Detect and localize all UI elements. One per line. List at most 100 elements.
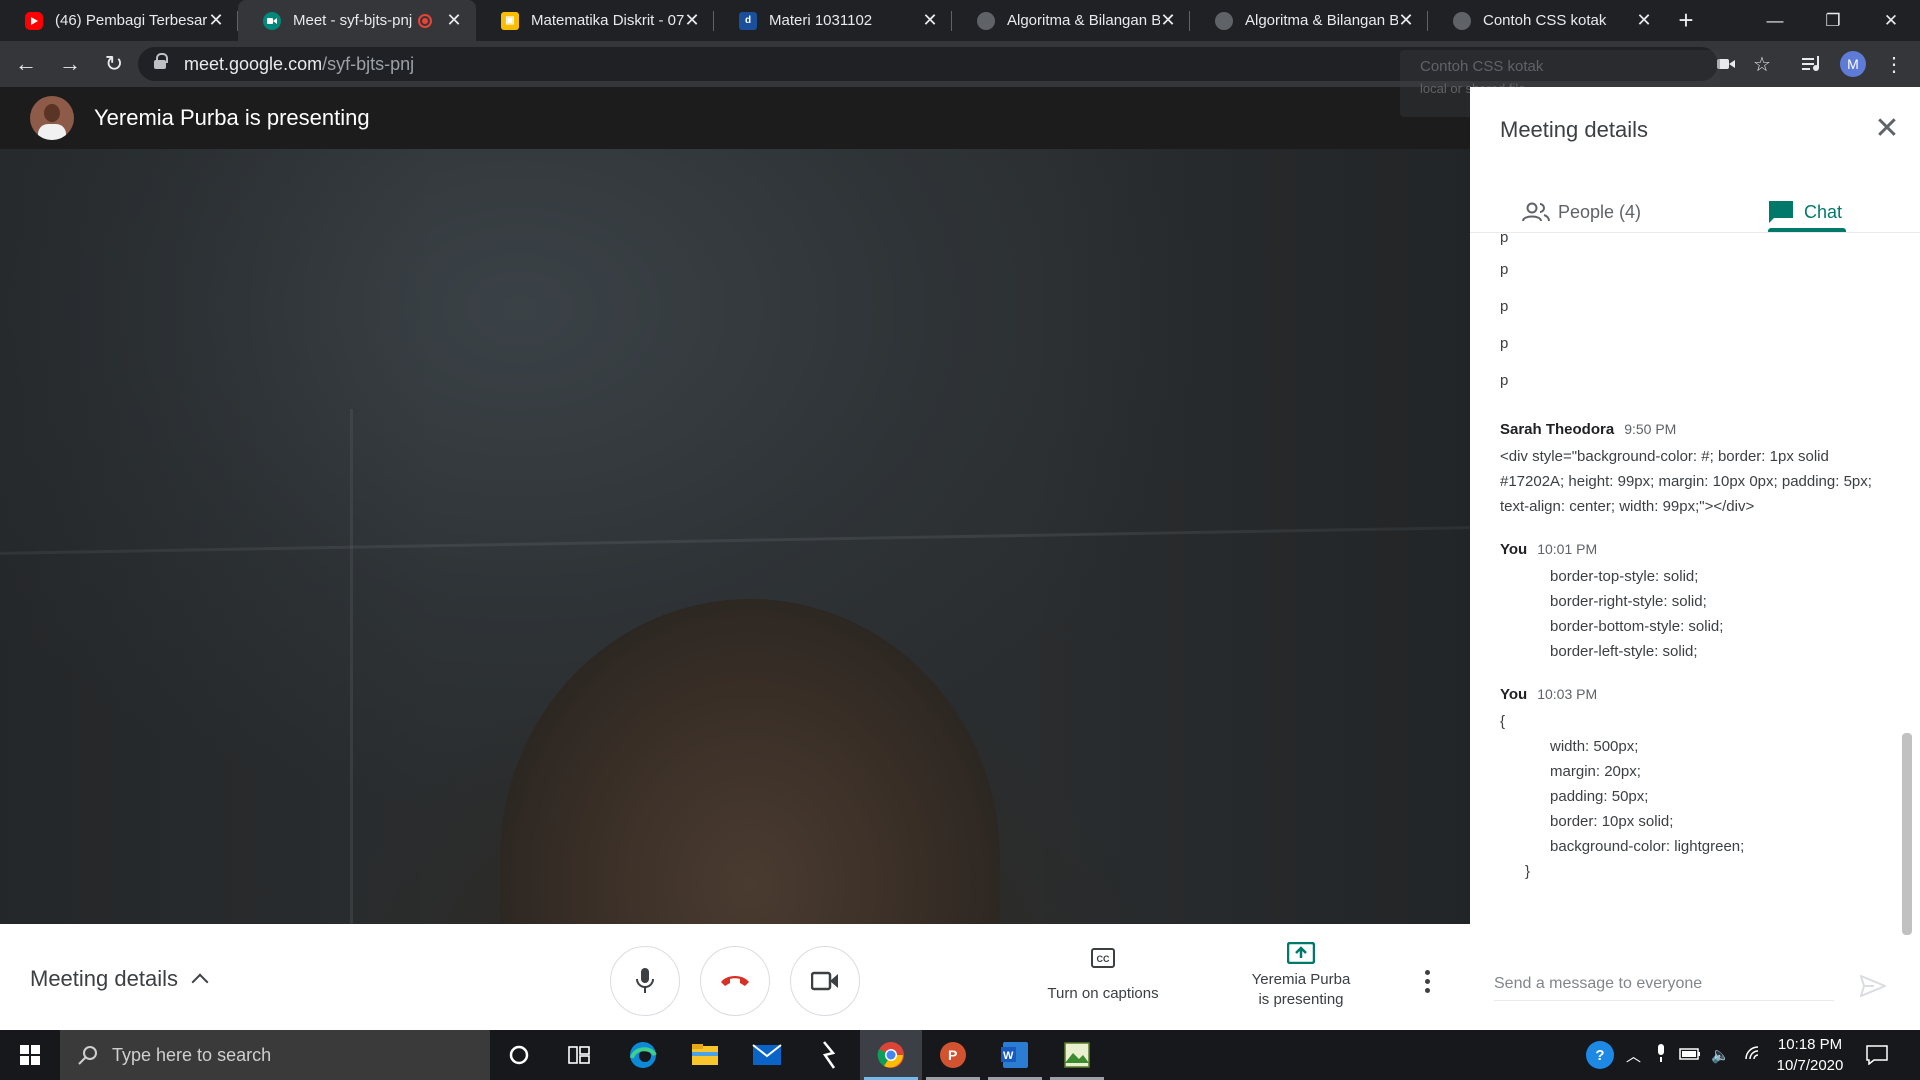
word-icon[interactable]: W	[984, 1030, 1046, 1080]
mail-icon[interactable]	[736, 1030, 798, 1080]
close-tab-icon[interactable]: ✕	[684, 10, 700, 31]
lock-icon	[154, 53, 168, 70]
browser-tab[interactable]: (46) Pembagi Terbesar ✕	[0, 0, 238, 41]
image-viewer-icon[interactable]	[1046, 1030, 1108, 1080]
browser-tab[interactable]: Algoritma & Bilangan B ✕	[1190, 0, 1428, 41]
chrome-menu-icon[interactable]: ⋮	[1874, 41, 1914, 87]
chrome-taskbar-icon[interactable]	[860, 1030, 922, 1080]
chat-line: p	[1500, 372, 1509, 389]
browser-tab[interactable]: Algoritma & Bilangan B ✕	[952, 0, 1190, 41]
microphone-tray-icon[interactable]	[1655, 1044, 1667, 1066]
forward-arrow-icon[interactable]: →	[48, 42, 92, 86]
tab-title: Algoritma & Bilangan B	[1007, 12, 1160, 29]
restore-button[interactable]: ❐	[1804, 0, 1862, 41]
tab-title: Meet - syf-bjts-pnj	[293, 12, 413, 29]
camera-button[interactable]	[790, 946, 860, 1016]
cortana-icon[interactable]	[488, 1030, 550, 1080]
file-explorer-icon[interactable]	[674, 1030, 736, 1080]
presenter-avatar	[30, 96, 74, 140]
back-arrow-icon[interactable]: ←	[4, 42, 48, 86]
captions-button[interactable]: CC Turn on captions	[1028, 940, 1178, 1004]
close-tab-icon[interactable]: ✕	[1398, 10, 1414, 31]
presenting-button[interactable]: Yeremia Purba is presenting	[1226, 940, 1376, 1010]
chat-message-list: p p p p p Sarah Theodora 9:50 PM <div sty…	[1470, 233, 1920, 943]
reload-icon[interactable]: ↻	[92, 42, 136, 86]
message-time: 10:03 PM	[1537, 686, 1598, 702]
del-icon: d	[739, 11, 757, 30]
volume-icon[interactable]: 🔈	[1711, 1046, 1730, 1064]
tab-people[interactable]: People (4)	[1522, 187, 1641, 237]
tab-title: Algoritma & Bilangan B	[1245, 12, 1398, 29]
taskbar-search[interactable]: Type here to search	[60, 1030, 490, 1080]
message-sender: You	[1500, 686, 1528, 703]
message-time: 9:50 PM	[1624, 421, 1677, 437]
chevron-up-icon[interactable]: ︿	[1626, 1045, 1641, 1066]
close-panel-icon[interactable]: ✕	[1872, 114, 1902, 145]
battery-icon[interactable]	[1679, 1047, 1701, 1064]
slides-icon: ▣	[501, 11, 519, 30]
taskbar-clock[interactable]: 10:18 PM 10/7/2020	[1765, 1034, 1855, 1076]
help-icon[interactable]: ?	[1586, 1041, 1614, 1069]
tab-chat-label: Chat	[1804, 201, 1843, 222]
browser-tab[interactable]: ▣ Matematika Diskrit - 07 ✕	[476, 0, 714, 41]
globe-icon	[1453, 11, 1471, 30]
wifi-icon[interactable]	[1744, 1045, 1764, 1065]
close-tab-icon[interactable]: ✕	[446, 10, 462, 31]
tab-title: Matematika Diskrit - 07	[531, 12, 684, 29]
message-body: <div style="background-color: #; border:…	[1500, 448, 1872, 515]
clock-time: 10:18 PM	[1777, 1036, 1843, 1053]
profile-avatar[interactable]: M	[1833, 41, 1873, 87]
media-control-icon[interactable]	[1792, 41, 1832, 87]
browser-tab[interactable]: Contoh CSS kotak ✕	[1428, 0, 1666, 41]
more-options-icon[interactable]	[1425, 970, 1431, 997]
send-icon[interactable]	[1859, 974, 1888, 999]
globe-icon	[977, 11, 995, 30]
presenter-header: Yeremia Purba is presenting	[0, 87, 1470, 149]
edge-icon[interactable]	[612, 1030, 674, 1080]
svg-text:W: W	[1003, 1050, 1014, 1062]
thunder-app-icon[interactable]	[798, 1030, 860, 1080]
windows-logo-icon	[20, 1045, 40, 1065]
chat-message: You 10:01 PM border-top-style: solid; bor…	[1500, 541, 1920, 664]
people-icon	[1522, 202, 1550, 222]
notification-center-icon[interactable]	[1866, 1030, 1888, 1080]
meeting-details-toggle[interactable]: Meeting details	[30, 966, 209, 992]
chat-scrollbar[interactable]	[1902, 733, 1912, 935]
leave-call-button[interactable]	[700, 946, 770, 1016]
message-body: { width: 500px; margin: 20px; padding: 5…	[1500, 713, 1745, 880]
hover-card-title: Contoh CSS kotak	[1420, 58, 1544, 75]
recording-indicator-icon	[418, 13, 432, 28]
taskbar-search-placeholder: Type here to search	[112, 1044, 272, 1065]
browser-tab-active[interactable]: Meet - syf-bjts-pnj ✕	[238, 0, 476, 41]
browser-tab[interactable]: d Materi 1031102 ✕	[714, 0, 952, 41]
url-text: meet.google.com/syf-bjts-pnj	[184, 53, 415, 74]
present-screen-icon	[1287, 942, 1315, 964]
panel-title: Meeting details	[1500, 117, 1648, 142]
meeting-details-panel: Meeting details ✕ People (4) Chat p p p …	[1470, 87, 1920, 1030]
globe-icon	[1215, 11, 1233, 30]
powerpoint-icon[interactable]: P	[922, 1030, 984, 1080]
browser-tab-strip: (46) Pembagi Terbesar ✕ Meet - syf-bjts-…	[0, 0, 1920, 41]
search-icon	[78, 1046, 97, 1065]
close-tab-icon[interactable]: ✕	[1636, 10, 1652, 31]
close-tab-icon[interactable]: ✕	[1160, 10, 1176, 31]
chat-message: You 10:03 PM { width: 500px; margin: 20px…	[1500, 686, 1920, 884]
presenting-label-line2: is presenting	[1258, 991, 1344, 1008]
close-tab-icon[interactable]: ✕	[208, 10, 224, 31]
meeting-controls-bar: Meeting details CC Turn on captions Yere…	[0, 924, 1470, 1030]
microphone-button[interactable]	[610, 946, 680, 1016]
tab-people-label: People (4)	[1558, 201, 1642, 222]
close-window-button[interactable]: ✕	[1862, 0, 1920, 41]
bookmark-star-icon[interactable]: ☆	[1742, 41, 1782, 87]
closed-captions-icon: CC	[1091, 948, 1115, 968]
system-tray: ? ︿ 🔈	[1586, 1030, 1764, 1080]
close-tab-icon[interactable]: ✕	[922, 10, 938, 31]
minimize-button[interactable]: —	[1746, 0, 1804, 41]
chat-message: Sarah Theodora 9:50 PM <div style="backgr…	[1500, 421, 1920, 519]
chevron-up-icon	[191, 973, 209, 991]
chat-message-input[interactable]: Send a message to everyone	[1494, 975, 1834, 1001]
start-button[interactable]	[0, 1030, 60, 1080]
chat-line: p	[1500, 298, 1509, 315]
task-view-icon[interactable]	[548, 1030, 610, 1080]
new-tab-button[interactable]: +	[1666, 0, 1706, 41]
